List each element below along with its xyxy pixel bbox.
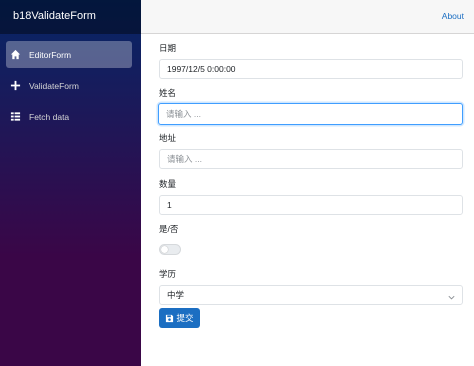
sidebar-item-validateform[interactable]: ValidateForm — [6, 72, 132, 99]
education-select[interactable]: 中学 — [159, 285, 463, 305]
education-selected-value: 中学 — [167, 290, 185, 300]
switch-knob — [161, 246, 168, 253]
list-icon — [9, 111, 21, 123]
date-field: 日期 1997/12/5 0:00:00 — [159, 42, 463, 79]
sidebar-item-label: Fetch data — [29, 111, 70, 122]
home-icon — [9, 49, 21, 61]
save-icon — [165, 314, 174, 323]
address-field: 地址 — [159, 132, 463, 169]
plus-icon — [9, 80, 21, 92]
quantity-field: 数量 1 — [159, 178, 463, 215]
submit-label: 提交 — [176, 313, 194, 323]
name-field: 姓名 — [158, 87, 463, 125]
yesno-field: 是/否 — [159, 223, 463, 255]
about-link[interactable]: About — [442, 11, 464, 21]
quantity-label: 数量 — [159, 179, 177, 189]
name-label: 姓名 — [159, 88, 177, 98]
date-label: 日期 — [159, 43, 177, 53]
sidebar-item-editorform[interactable]: EditorForm — [6, 41, 132, 68]
education-label: 学历 — [159, 269, 177, 279]
education-field: 学历 中学 — [159, 268, 463, 305]
sidebar-item-label: ValidateForm — [29, 80, 79, 91]
date-input[interactable]: 1997/12/5 0:00:00 — [159, 59, 463, 79]
chevron-down-icon — [447, 290, 456, 308]
sidebar-item-label: EditorForm — [29, 49, 72, 60]
top-bar: About — [141, 0, 474, 34]
yesno-switch[interactable] — [159, 244, 181, 255]
nav-menu: EditorForm ValidateForm Fetch data — [0, 34, 141, 130]
brand-title[interactable]: b18ValidateForm — [0, 0, 141, 34]
sidebar: b18ValidateForm EditorForm ValidateForm … — [0, 0, 141, 366]
sidebar-item-fetch-data[interactable]: Fetch data — [6, 103, 132, 130]
yesno-label: 是/否 — [159, 224, 179, 234]
name-input[interactable] — [158, 103, 463, 125]
address-input[interactable] — [159, 149, 463, 169]
quantity-input[interactable]: 1 — [159, 195, 463, 215]
submit-button[interactable]: 提交 — [159, 308, 200, 328]
address-label: 地址 — [159, 133, 177, 143]
